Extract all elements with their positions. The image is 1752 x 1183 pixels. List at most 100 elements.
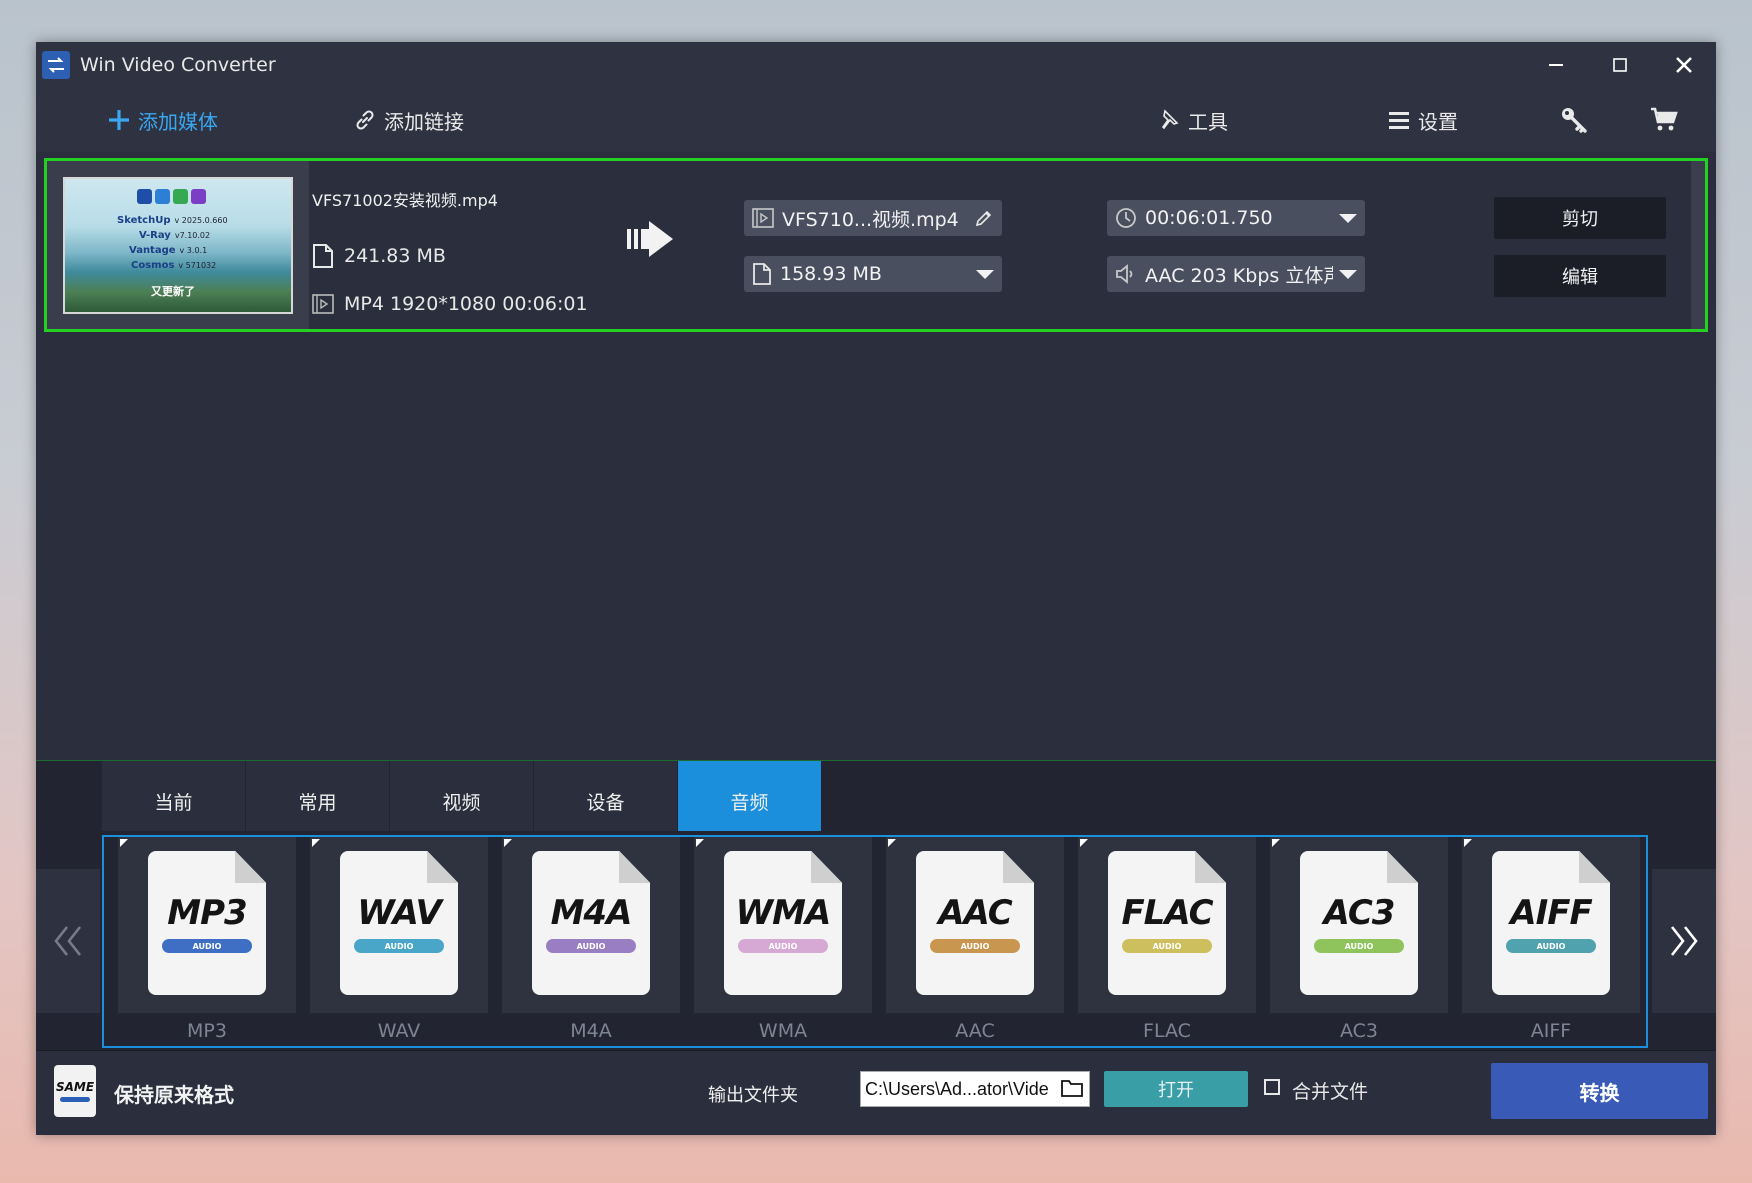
file-item-row[interactable]: SketchUp v 2025.0.660 V-Ray v7.10.02 Vanta… [44,158,1708,332]
convert-arrow-icon [627,221,673,257]
format-label: MP3 [187,1020,227,1042]
tab-common[interactable]: 常用 [246,761,390,831]
list-scrollbar[interactable] [1691,161,1705,329]
folder-icon[interactable] [1061,1079,1083,1097]
bottom-bar: SAME 保持原来格式 输出文件夹 打开 合并文件 转换 [36,1050,1716,1135]
format-badge: AUDIO [1506,939,1596,953]
merge-files-label[interactable]: 合并文件 [1292,1077,1368,1104]
source-meta-text: MP4 1920*1080 00:06:01 [344,293,588,315]
register-key-button[interactable] [1560,88,1588,152]
format-card[interactable]: AIFF AUDIO [1462,837,1640,1013]
format-label: AAC [955,1020,995,1042]
add-media-label: 添加媒体 [138,109,218,134]
format-tile-flac[interactable]: FLAC AUDIO FLAC [1078,837,1256,1047]
same-badge-pill [60,1097,90,1102]
thumbnail-line: Vantage v 3.0.1 [129,245,208,256]
chevron-down-icon [1339,213,1357,223]
file-icon [753,263,771,285]
format-tile-wma[interactable]: WMA AUDIO WMA [694,837,872,1047]
maximize-icon [1613,58,1627,72]
minimize-icon [1549,64,1563,66]
double-chevron-right-icon [1670,926,1698,956]
format-tile-wav[interactable]: WAV AUDIO WAV [310,837,488,1047]
format-card[interactable]: FLAC AUDIO [1078,837,1256,1013]
video-thumbnail[interactable]: SketchUp v 2025.0.660 V-Ray v7.10.02 Vanta… [63,177,293,314]
tab-device[interactable]: 设备 [534,761,678,831]
thumbnail-line: SketchUp v 2025.0.660 [117,215,228,226]
edit-button[interactable]: 编辑 [1494,255,1666,297]
thumbnail-line: V-Ray v7.10.02 [139,230,211,241]
tab-current[interactable]: 当前 [102,761,246,831]
format-card[interactable]: AAC AUDIO [886,837,1064,1013]
pencil-icon[interactable] [974,208,994,228]
corner-marker-icon [696,839,704,847]
settings-button[interactable]: 设置 [1388,88,1458,152]
clock-icon [1116,208,1136,228]
tab-video[interactable]: 视频 [390,761,534,831]
format-tile-aac[interactable]: AAC AUDIO AAC [886,837,1064,1047]
tab-audio[interactable]: 音频 [678,761,822,831]
source-size-text: 241.83 MB [344,245,446,267]
merge-files-checkbox[interactable] [1264,1079,1280,1095]
app-window: Win Video Converter 添加媒体 添加链接 工具 设置 Sket… [36,42,1716,1135]
add-media-button[interactable]: 添加媒体 [108,88,218,152]
cart-icon [1651,107,1678,131]
format-badge: AUDIO [354,939,444,953]
close-button[interactable] [1652,42,1716,88]
minimize-button[interactable] [1524,42,1588,88]
format-grid: MP3 AUDIO MP3 WAV AUDIO WAV M4A AUDIO M4A WMA AUDI… [102,835,1648,1048]
corner-marker-icon [1272,839,1280,847]
video-file-icon [752,208,774,228]
plus-icon [109,110,129,130]
format-badge: AUDIO [738,939,828,953]
format-tile-aiff[interactable]: AIFF AUDIO AIFF [1462,837,1640,1047]
menu-icon [1389,112,1409,129]
open-folder-button[interactable]: 打开 [1104,1071,1248,1107]
format-card[interactable]: WAV AUDIO [310,837,488,1013]
source-file-name: VFS71002安装视频.mp4 [312,191,498,210]
window-title: Win Video Converter [80,54,276,76]
output-size-dropdown[interactable]: 158.93 MB [744,256,1002,292]
settings-label: 设置 [1418,109,1458,134]
format-icon-text: FLAC [1121,893,1213,933]
corner-marker-icon [1464,839,1472,847]
double-chevron-left-icon [54,926,82,956]
cut-button[interactable]: 剪切 [1494,197,1666,239]
keep-format-label[interactable]: 保持原来格式 [114,1079,234,1108]
output-name-text: VFS710...视频.mp4 [782,208,959,231]
format-label: AIFF [1530,1020,1572,1042]
format-card[interactable]: WMA AUDIO [694,837,872,1013]
source-file-size: 241.83 MB [312,243,446,269]
output-folder-input[interactable] [860,1071,1090,1107]
maximize-button[interactable] [1588,42,1652,88]
tools-button[interactable]: 工具 [1156,88,1228,152]
corner-marker-icon [312,839,320,847]
format-card[interactable]: M4A AUDIO [502,837,680,1013]
format-tile-m4a[interactable]: M4A AUDIO M4A [502,837,680,1047]
corner-marker-icon [888,839,896,847]
format-badge: AUDIO [546,939,636,953]
format-label: FLAC [1143,1020,1191,1042]
format-tile-mp3[interactable]: MP3 AUDIO MP3 [118,837,296,1047]
audio-track-dropdown[interactable]: AAC 203 Kbps 立体声 [1107,256,1365,292]
format-tile-ac3[interactable]: AC3 AUDIO AC3 [1270,837,1448,1047]
convert-button[interactable]: 转换 [1491,1063,1708,1119]
buy-button[interactable] [1650,88,1678,152]
title-bar[interactable]: Win Video Converter [36,42,1716,88]
source-file-meta: MP4 1920*1080 00:06:01 [312,293,588,315]
duration-dropdown[interactable]: 00:06:01.750 [1107,200,1365,236]
key-icon [1562,108,1587,133]
format-category-tabs: 当前 常用 视频 设备 音频 [102,761,822,831]
format-card[interactable]: AC3 AUDIO [1270,837,1448,1013]
file-icon [313,244,333,268]
format-badge: AUDIO [162,939,252,953]
chevron-down-icon [976,269,994,279]
format-card[interactable]: MP3 AUDIO [118,837,296,1013]
add-link-button[interactable]: 添加链接 [354,88,464,152]
sketchup-icon [137,189,152,204]
formats-next-button[interactable] [1652,869,1716,1013]
same-format-icon[interactable]: SAME [54,1065,96,1117]
format-label: WMA [758,1020,808,1042]
output-file-name[interactable]: VFS710...视频.mp4 [744,200,1002,236]
formats-prev-button[interactable] [36,869,100,1013]
